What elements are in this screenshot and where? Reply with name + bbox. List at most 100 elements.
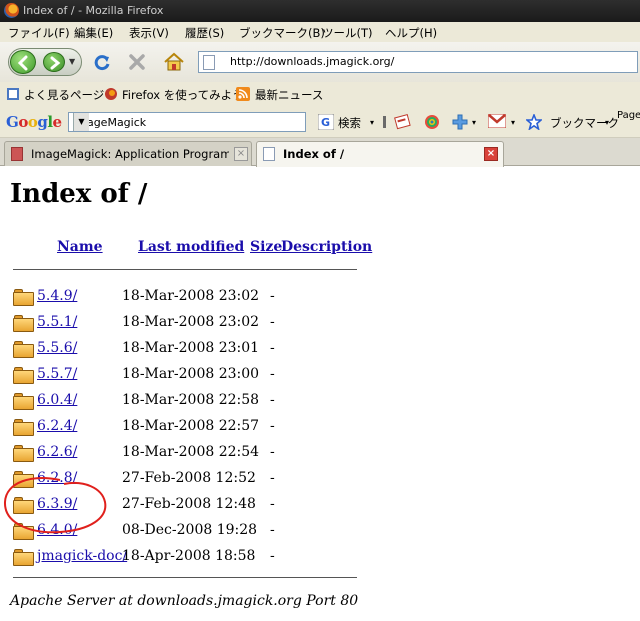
- bookmarks-toolbar: よく見るページ Firefox を使ってみよう 最新ニュース: [0, 82, 640, 106]
- add-button-dropdown-icon[interactable]: ▾: [472, 118, 476, 127]
- folder-icon: [13, 289, 34, 306]
- page-icon: [203, 55, 215, 70]
- forward-arrow-icon: [50, 56, 61, 70]
- file-size: -: [270, 496, 275, 512]
- table-row: 5.5.1/ 18-Mar-2008 23:02 -: [0, 310, 640, 334]
- column-header-last-modified[interactable]: Last modified: [138, 239, 244, 255]
- back-button[interactable]: [10, 50, 36, 74]
- bookmark-most-visited[interactable]: よく見るページ: [24, 87, 104, 103]
- address-bar[interactable]: http://downloads.jmagick.org/: [198, 51, 638, 73]
- tab-index-of[interactable]: Index of / ×: [256, 141, 504, 167]
- table-row: 6.0.4/ 18-Mar-2008 22:58 -: [0, 388, 640, 412]
- menu-history[interactable]: 履歴(S): [185, 25, 224, 41]
- back-forward-group: ▼: [8, 48, 82, 76]
- file-size: -: [270, 340, 275, 356]
- tab-close-icon[interactable]: ×: [234, 147, 248, 161]
- directory-link[interactable]: 5.5.1/: [37, 314, 77, 330]
- menu-edit[interactable]: 編集(E): [74, 25, 113, 41]
- server-signature: Apache Server at downloads.jmagick.org P…: [10, 593, 359, 609]
- gmail-icon[interactable]: [488, 114, 506, 128]
- folder-icon: [13, 393, 34, 410]
- tab-strip: ImageMagick: Application Program Int... …: [0, 138, 640, 167]
- last-modified: 27-Feb-2008 12:52: [122, 470, 256, 486]
- bookmark-getting-started[interactable]: Firefox を使ってみよう: [122, 87, 244, 103]
- google-logo[interactable]: Google: [6, 113, 62, 131]
- window-title: Index of / - Mozilla Firefox: [23, 4, 164, 17]
- last-modified: 18-Mar-2008 23:01: [122, 340, 260, 356]
- file-size: -: [270, 470, 275, 486]
- bookmark-latest-news[interactable]: 最新ニュース: [255, 87, 323, 103]
- tab-imagemagick[interactable]: ImageMagick: Application Program Int... …: [4, 141, 252, 166]
- search-options-dropdown-icon[interactable]: ▾: [370, 118, 374, 127]
- folder-icon: [13, 419, 34, 436]
- reload-icon[interactable]: [92, 53, 112, 73]
- page-rank-icon[interactable]: [380, 114, 390, 130]
- gmail-dropdown-icon[interactable]: ▾: [511, 118, 515, 127]
- last-modified: 08-Dec-2008 19:28: [122, 522, 258, 538]
- history-dropdown-icon[interactable]: ▼: [69, 57, 75, 66]
- table-row: 6.2.4/ 18-Mar-2008 22:57 -: [0, 414, 640, 438]
- folder-icon: [13, 445, 34, 462]
- file-size: -: [270, 288, 275, 304]
- bookmarks-dropdown-icon[interactable]: ▾: [605, 118, 609, 127]
- directory-link[interactable]: 6.2.4/: [37, 418, 77, 434]
- directory-link[interactable]: 5.5.7/: [37, 366, 77, 382]
- last-modified: 18-Mar-2008 22:57: [122, 418, 260, 434]
- column-header-size[interactable]: Size: [250, 239, 282, 255]
- last-modified: 18-Apr-2008 18:58: [122, 548, 256, 564]
- menu-bar: ファイル(F) 編集(E) 表示(V) 履歴(S) ブックマーク(B) ツール(…: [0, 22, 640, 42]
- file-size: -: [270, 314, 275, 330]
- page-label[interactable]: Pagel: [617, 110, 640, 121]
- page-title: Index of /: [10, 179, 148, 209]
- directory-link[interactable]: jmagick-doc/: [37, 548, 127, 564]
- folder-icon: [13, 367, 34, 384]
- menu-bookmarks[interactable]: ブックマーク(B): [239, 25, 325, 41]
- file-size: -: [270, 392, 275, 408]
- news-icon[interactable]: [394, 114, 412, 130]
- add-button-icon[interactable]: [452, 114, 468, 130]
- bookmark-page-icon: [7, 88, 19, 100]
- last-modified: 18-Mar-2008 22:58: [122, 392, 260, 408]
- file-size: -: [270, 366, 275, 382]
- rss-feed-icon: [236, 87, 250, 101]
- last-modified: 18-Mar-2008 23:02: [122, 288, 260, 304]
- forward-button[interactable]: [43, 52, 65, 72]
- footer-divider: [13, 577, 357, 578]
- menu-file[interactable]: ファイル(F): [8, 25, 70, 41]
- tab-page-icon: [263, 147, 275, 161]
- stop-icon[interactable]: [128, 53, 146, 71]
- picasa-icon[interactable]: [424, 114, 440, 130]
- column-header-description[interactable]: Description: [281, 239, 372, 255]
- star-bookmark-icon[interactable]: [526, 114, 542, 130]
- directory-link[interactable]: 6.2.6/: [37, 444, 77, 460]
- column-header-name[interactable]: Name: [57, 239, 103, 255]
- firefox-bookmark-icon: [105, 88, 117, 100]
- directory-link[interactable]: 6.0.4/: [37, 392, 77, 408]
- folder-icon: [13, 341, 34, 358]
- last-modified: 18-Mar-2008 23:02: [122, 314, 260, 330]
- google-search-input[interactable]: ImageMagick ▼: [68, 112, 306, 132]
- tab-close-icon[interactable]: ×: [484, 147, 498, 161]
- menu-help[interactable]: ヘルプ(H): [385, 25, 437, 41]
- table-row: 6.2.6/ 18-Mar-2008 22:54 -: [0, 440, 640, 464]
- table-row: jmagick-doc/ 18-Apr-2008 18:58 -: [0, 544, 640, 568]
- file-size: -: [270, 418, 275, 434]
- google-search-button[interactable]: 検索: [338, 115, 361, 131]
- window-title-bar: Index of / - Mozilla Firefox: [0, 0, 640, 22]
- google-search-icon[interactable]: G: [318, 114, 334, 130]
- svg-text:G: G: [321, 116, 330, 129]
- table-row: 5.5.6/ 18-Mar-2008 23:01 -: [0, 336, 640, 360]
- file-size: -: [270, 548, 275, 564]
- home-icon[interactable]: [163, 51, 185, 73]
- table-row: 5.5.7/ 18-Mar-2008 23:00 -: [0, 362, 640, 386]
- last-modified: 18-Mar-2008 23:00: [122, 366, 260, 382]
- directory-link[interactable]: 5.4.9/: [37, 288, 77, 304]
- table-row: 5.4.9/ 18-Mar-2008 23:02 -: [0, 284, 640, 308]
- url-text[interactable]: http://downloads.jmagick.org/: [230, 55, 394, 68]
- menu-view[interactable]: 表示(V): [129, 25, 169, 41]
- firefox-logo-icon: [4, 3, 19, 18]
- search-history-dropdown-icon[interactable]: ▼: [73, 113, 89, 131]
- directory-link[interactable]: 5.5.6/: [37, 340, 77, 356]
- last-modified: 27-Feb-2008 12:48: [122, 496, 256, 512]
- menu-tools[interactable]: ツール(T): [322, 25, 373, 41]
